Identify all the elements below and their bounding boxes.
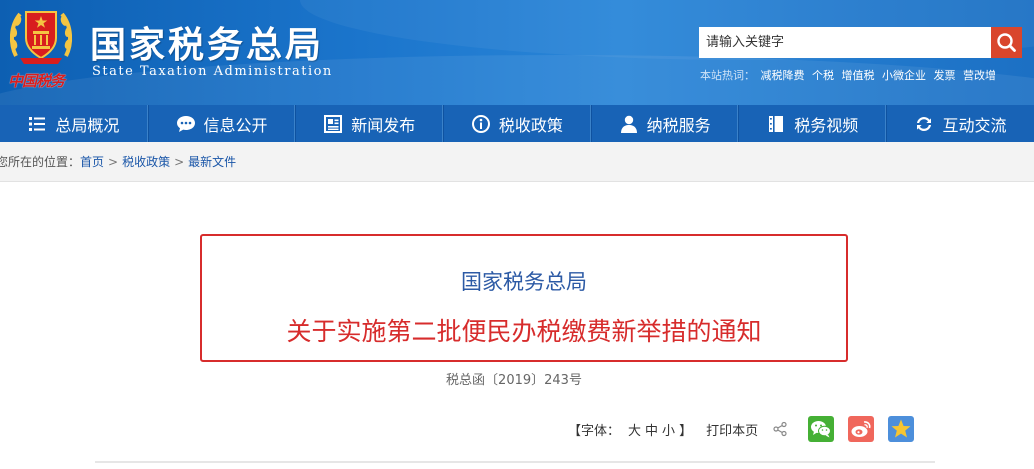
- hot-word-link[interactable]: 个税: [812, 69, 834, 82]
- font-size-label: 【字体：: [568, 423, 621, 439]
- article-title: 关于实施第二批便民办税缴费新举措的通知: [286, 317, 762, 346]
- site-title[interactable]: 国家税务总局: [90, 16, 324, 66]
- nav-item-label: 新闻发布: [351, 115, 416, 135]
- article-org: 国家税务总局: [461, 270, 587, 294]
- wechat-icon: [811, 421, 832, 438]
- article-tools: 【字体： 大 中 小 】 打印本页: [568, 415, 928, 443]
- refresh-icon: [917, 116, 932, 131]
- breadcrumb-prefix: 您所在的位置：: [0, 155, 81, 169]
- font-size-close-bracket: 】: [679, 423, 693, 439]
- main-nav: 总局概况 信息公开 新闻发布 税收政策 纳税服务 税务视频 互动交流: [0, 105, 1034, 142]
- hot-word-link[interactable]: 减税降费: [761, 69, 805, 82]
- breadcrumb-link-home[interactable]: 首页: [80, 153, 104, 170]
- hot-word-link[interactable]: 发票: [934, 69, 956, 82]
- weibo-icon: [851, 421, 871, 437]
- nav-item-tax-video[interactable]: 税务视频: [738, 105, 887, 142]
- list-icon: [29, 116, 46, 131]
- breadcrumb-separator: >: [108, 154, 119, 169]
- font-size-small-button[interactable]: 小: [662, 420, 675, 439]
- site-subtitle: State Taxation Administration: [92, 64, 333, 79]
- nav-item-taxpayer-service[interactable]: 纳税服务: [590, 105, 739, 142]
- article-title-box: 国家税务总局 关于实施第二批便民办税缴费新举措的通知: [200, 234, 848, 362]
- share-qzone-button[interactable]: [888, 416, 915, 442]
- chat-bubble-icon: [176, 115, 195, 132]
- print-page-link[interactable]: 打印本页: [706, 420, 758, 439]
- content-divider: [95, 461, 935, 463]
- nav-item-label: 信息公开: [203, 115, 268, 135]
- nav-item-label: 总局概况: [55, 115, 120, 135]
- share-weibo-button[interactable]: [848, 416, 875, 442]
- hot-word-link[interactable]: 增值税: [842, 69, 875, 82]
- nav-item-news[interactable]: 新闻发布: [295, 105, 444, 142]
- nav-item-tax-policy[interactable]: 税收政策: [443, 105, 591, 142]
- info-icon: [471, 114, 490, 133]
- search-icon: [997, 33, 1016, 52]
- emblem-caption: 中国税务: [8, 72, 65, 90]
- breadcrumb-link-tax-policy[interactable]: 税收政策: [122, 153, 170, 170]
- hot-word-link[interactable]: 小微企业: [882, 69, 926, 82]
- share-wechat-button[interactable]: [808, 416, 835, 442]
- breadcrumb-separator: >: [174, 154, 185, 169]
- nav-item-label: 纳税服务: [646, 115, 711, 135]
- qzone-star-icon: [891, 419, 911, 438]
- nav-item-overview[interactable]: 总局概况: [0, 105, 148, 142]
- site-header: 中国税务 国家税务总局 State Taxation Administratio…: [0, 0, 1034, 105]
- hot-words-label: 本站热词：: [700, 69, 755, 82]
- nav-item-label: 税务视频: [794, 115, 859, 135]
- search-button[interactable]: [991, 27, 1022, 58]
- film-icon: [769, 115, 784, 132]
- newspaper-icon: [324, 114, 343, 133]
- search-input[interactable]: [699, 27, 991, 58]
- hot-word-link[interactable]: 营改增: [963, 69, 996, 82]
- hot-words: 本站热词： 减税降费 个税 增值税 小微企业 发票 营改增: [700, 67, 1000, 83]
- person-icon: [620, 115, 637, 133]
- nav-item-label: 互动交流: [942, 115, 1007, 135]
- document-number: 税总函〔2019〕243号: [446, 373, 582, 388]
- breadcrumb-link-latest-docs[interactable]: 最新文件: [188, 153, 236, 170]
- breadcrumb: 您所在的位置： 首页 > 税收政策 > 最新文件: [0, 142, 1034, 182]
- tax-emblem-icon[interactable]: [6, 4, 76, 66]
- nav-item-info-disclosure[interactable]: 信息公开: [147, 105, 296, 142]
- nav-item-label: 税收政策: [498, 115, 563, 135]
- nav-item-interaction[interactable]: 互动交流: [886, 105, 1034, 142]
- share-icon[interactable]: [772, 421, 788, 437]
- font-size-large-button[interactable]: 大: [628, 420, 641, 439]
- font-size-medium-button[interactable]: 中: [645, 420, 658, 439]
